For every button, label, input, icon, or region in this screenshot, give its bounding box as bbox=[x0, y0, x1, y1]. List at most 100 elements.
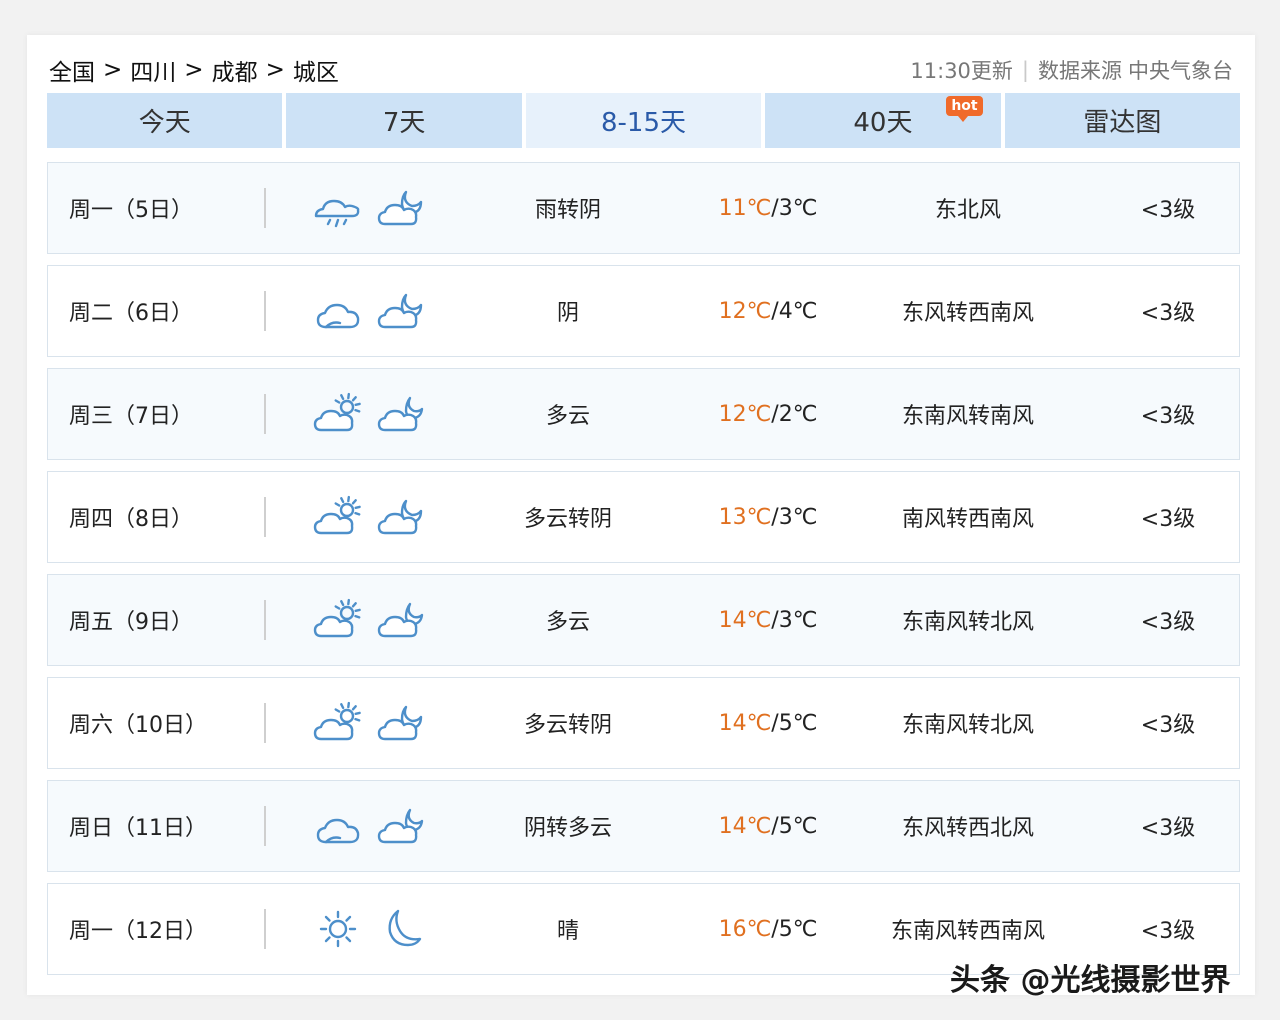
forecast-date: 周五（9日） bbox=[69, 610, 193, 635]
breadcrumb-city[interactable]: 成都 bbox=[212, 53, 258, 87]
source-label: 数据来源 bbox=[1038, 59, 1122, 83]
wind-direction: 东风转西南风 bbox=[901, 301, 1034, 326]
cloud-moon-icon bbox=[376, 184, 428, 232]
weather-icons bbox=[312, 884, 432, 974]
wind-direction: 东南风转北风 bbox=[901, 610, 1034, 635]
temperature: 16℃/5℃ bbox=[668, 884, 868, 974]
low-temp: /2℃ bbox=[771, 401, 818, 427]
breadcrumb-country[interactable]: 全国 bbox=[49, 53, 95, 87]
weather-description: 晴 bbox=[556, 919, 579, 944]
tab-8-15-days[interactable]: 8-15天 bbox=[525, 93, 762, 148]
update-time: 11:30更新 bbox=[910, 59, 1013, 83]
wind-level: <3级 bbox=[1140, 198, 1196, 223]
weather-description: 阴转多云 bbox=[523, 816, 612, 841]
low-temp: /5℃ bbox=[771, 813, 818, 839]
column-divider bbox=[264, 806, 266, 846]
weather-description: 阴 bbox=[556, 301, 579, 326]
weather-icons bbox=[312, 266, 432, 356]
cloud-sun-icon bbox=[312, 390, 364, 438]
tab-label: 8-15天 bbox=[601, 108, 687, 138]
meta-divider: | bbox=[1021, 58, 1029, 82]
temperature: 14℃/5℃ bbox=[668, 781, 868, 871]
column-divider bbox=[264, 497, 266, 537]
tab-40-days[interactable]: 40天 hot bbox=[765, 93, 1001, 148]
forecast-date: 周一（12日） bbox=[69, 919, 207, 944]
forecast-row[interactable]: 周日（11日） 阴转多云 14℃/5℃ 东风转西北风 <3级 bbox=[47, 780, 1240, 872]
low-temp: /5℃ bbox=[771, 710, 818, 736]
wind-direction: 东风转西北风 bbox=[901, 816, 1034, 841]
breadcrumb-province[interactable]: 四川 bbox=[130, 53, 176, 87]
cloud-moon-icon bbox=[376, 699, 428, 747]
weather-icons bbox=[312, 781, 432, 871]
weather-icons bbox=[312, 163, 432, 253]
forecast-date: 周六（10日） bbox=[69, 713, 207, 738]
moon-icon bbox=[376, 905, 428, 953]
temperature: 14℃/5℃ bbox=[668, 678, 868, 768]
weather-description: 多云转阴 bbox=[523, 507, 612, 532]
breadcrumb-separator: > bbox=[103, 57, 123, 83]
high-temp: 11℃ bbox=[718, 195, 772, 221]
rain-cloud-icon bbox=[312, 184, 364, 232]
watermark: 头条 @光线摄影世界 bbox=[950, 963, 1231, 998]
high-temp: 12℃ bbox=[718, 298, 772, 324]
cloud-moon-icon bbox=[376, 493, 428, 541]
forecast-row[interactable]: 周二（6日） 阴 12℃/4℃ 东风转西南风 <3级 bbox=[47, 265, 1240, 357]
column-divider bbox=[264, 188, 266, 228]
wind-direction: 南风转西南风 bbox=[901, 507, 1034, 532]
high-temp: 14℃ bbox=[718, 710, 772, 736]
high-temp: 12℃ bbox=[718, 401, 772, 427]
forecast-row[interactable]: 周六（10日） 多云转阴 14℃/5℃ 东南风转北风 <3级 bbox=[47, 677, 1240, 769]
cloud-moon-icon bbox=[376, 287, 428, 335]
column-divider bbox=[264, 394, 266, 434]
low-temp: /3℃ bbox=[771, 607, 818, 633]
low-temp: /5℃ bbox=[771, 916, 818, 942]
column-divider bbox=[264, 703, 266, 743]
tab-label: 今天 bbox=[138, 108, 191, 138]
forecast-tabs: 今天 7天 8-15天 40天 hot 雷达图 bbox=[47, 93, 1241, 148]
weather-icons bbox=[312, 678, 432, 768]
forecast-date: 周三（7日） bbox=[69, 404, 193, 429]
breadcrumb-separator: > bbox=[184, 57, 204, 83]
temperature: 13℃/3℃ bbox=[668, 472, 868, 562]
temperature: 12℃/4℃ bbox=[668, 266, 868, 356]
cloud-icon bbox=[312, 287, 364, 335]
temperature: 12℃/2℃ bbox=[668, 369, 868, 459]
tab-radar[interactable]: 雷达图 bbox=[1004, 93, 1241, 148]
cloud-sun-icon bbox=[312, 699, 364, 747]
low-temp: /3℃ bbox=[771, 504, 818, 530]
forecast-row[interactable]: 周四（8日） 多云转阴 13℃/3℃ 南风转西南风 <3级 bbox=[47, 471, 1240, 563]
forecast-list: 周一（5日） 雨转阴 11℃/3℃ 东北风 <3级 周二（6日） 阴 12℃/4… bbox=[47, 162, 1240, 986]
cloud-icon bbox=[312, 802, 364, 850]
weather-icons bbox=[312, 472, 432, 562]
forecast-date: 周二（6日） bbox=[69, 301, 193, 326]
breadcrumb: 全国 > 四川 > 成都 > 城区 bbox=[49, 53, 339, 87]
weather-icons bbox=[312, 575, 432, 665]
breadcrumb-separator: > bbox=[265, 57, 285, 83]
forecast-row[interactable]: 周五（9日） 多云 14℃/3℃ 东南风转北风 <3级 bbox=[47, 574, 1240, 666]
weather-card: 全国 > 四川 > 成都 > 城区 11:30更新 | 数据来源 中央气象台 今… bbox=[27, 35, 1255, 995]
wind-direction: 东北风 bbox=[934, 198, 1001, 223]
moon-cloud-icon bbox=[376, 802, 428, 850]
weather-icons bbox=[312, 369, 432, 459]
weather-description: 多云 bbox=[545, 404, 590, 429]
moon-cloud-icon bbox=[376, 390, 428, 438]
hot-badge: hot bbox=[946, 96, 983, 122]
weather-description: 多云 bbox=[545, 610, 590, 635]
top-bar: 全国 > 四川 > 成都 > 城区 11:30更新 | 数据来源 中央气象台 bbox=[49, 53, 1233, 87]
temperature: 14℃/3℃ bbox=[668, 575, 868, 665]
wind-level: <3级 bbox=[1140, 301, 1196, 326]
wind-level: <3级 bbox=[1140, 816, 1196, 841]
tab-7-days[interactable]: 7天 bbox=[286, 93, 522, 148]
cloud-sun-icon bbox=[312, 493, 364, 541]
wind-level: <3级 bbox=[1140, 507, 1196, 532]
high-temp: 16℃ bbox=[718, 916, 772, 942]
low-temp: /4℃ bbox=[771, 298, 818, 324]
tab-label: 40天 bbox=[853, 108, 913, 138]
tab-today[interactable]: 今天 bbox=[47, 93, 283, 148]
forecast-date: 周一（5日） bbox=[69, 198, 193, 223]
forecast-row[interactable]: 周三（7日） 多云 12℃/2℃ 东南风转南风 <3级 bbox=[47, 368, 1240, 460]
cloud-sun-icon bbox=[312, 596, 364, 644]
temperature: 11℃/3℃ bbox=[668, 163, 868, 253]
forecast-row[interactable]: 周一（5日） 雨转阴 11℃/3℃ 东北风 <3级 bbox=[47, 162, 1240, 254]
weather-description: 多云转阴 bbox=[523, 713, 612, 738]
